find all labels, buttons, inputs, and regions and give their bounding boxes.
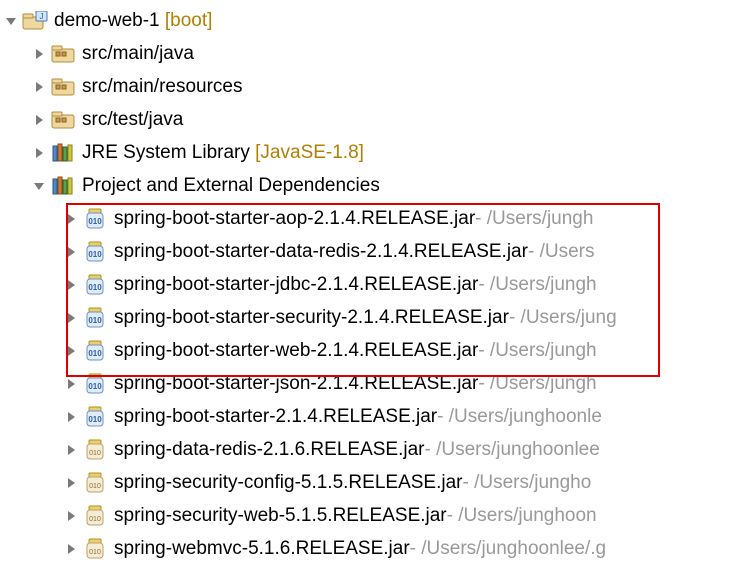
jar-path: - /Users/jungh: [478, 274, 596, 296]
svg-text:010: 010: [89, 483, 101, 490]
jar-item[interactable]: 010 spring-boot-starter-2.1.4.RELEASE.jar…: [0, 400, 746, 433]
collapse-arrow-icon[interactable]: [62, 408, 80, 426]
collapse-arrow-icon[interactable]: [62, 276, 80, 294]
collapse-arrow-icon[interactable]: [30, 45, 48, 63]
jar-item[interactable]: 010 spring-boot-starter-data-redis-2.1.4.…: [0, 235, 746, 268]
svg-text:010: 010: [88, 349, 102, 358]
svg-text:J: J: [40, 12, 44, 21]
svg-text:010: 010: [89, 450, 101, 457]
jar-icon: 010: [82, 241, 108, 263]
deps-label: Project and External Dependencies: [82, 175, 380, 197]
jar-icon: 010: [82, 274, 108, 296]
jar-path: - /Users/junghoonlee/.g: [410, 538, 606, 560]
jar-path: - /Users/junghoonle: [437, 406, 602, 428]
jar-item[interactable]: 010 spring-boot-starter-security-2.1.4.RE…: [0, 301, 746, 334]
svg-text:010: 010: [88, 415, 102, 424]
collapse-arrow-icon[interactable]: [62, 540, 80, 558]
project-name: demo-web-1: [54, 10, 160, 32]
collapse-arrow-icon[interactable]: [62, 243, 80, 261]
folder-label: src/test/java: [82, 109, 183, 131]
svg-text:010: 010: [88, 250, 102, 259]
package-folder-icon: [50, 43, 76, 65]
jar-item[interactable]: 010 spring-boot-starter-aop-2.1.4.RELEASE…: [0, 202, 746, 235]
svg-text:010: 010: [88, 316, 102, 325]
jar-name: spring-boot-starter-data-redis-2.1.4.REL…: [114, 241, 528, 263]
jar-icon: 010: [82, 406, 108, 428]
collapse-arrow-icon[interactable]: [62, 375, 80, 393]
jar-path: - /Users/jungho: [462, 472, 591, 494]
svg-text:010: 010: [89, 549, 101, 556]
project-tree: J demo-web-1 [boot] src/main/java: [0, 0, 746, 569]
library-icon: [50, 142, 76, 164]
collapse-arrow-icon[interactable]: [30, 111, 48, 129]
svg-text:010: 010: [89, 516, 101, 523]
jar-item[interactable]: 010 spring-boot-starter-web-2.1.4.RELEASE…: [0, 334, 746, 367]
jar-path: - /Users/jungh: [478, 373, 596, 395]
source-folder[interactable]: src/main/resources: [0, 70, 746, 103]
folder-label: src/main/resources: [82, 76, 243, 98]
jar-name: spring-security-web-5.1.5.RELEASE.jar: [114, 505, 447, 527]
jar-icon: 010: [82, 373, 108, 395]
jar-name: spring-boot-starter-web-2.1.4.RELEASE.ja…: [114, 340, 478, 362]
jar-item[interactable]: 010 spring-data-redis-2.1.6.RELEASE.jar -…: [0, 433, 746, 466]
jre-label: JRE System Library: [82, 142, 250, 164]
collapse-arrow-icon[interactable]: [62, 309, 80, 327]
collapse-arrow-icon[interactable]: [62, 507, 80, 525]
collapse-arrow-icon[interactable]: [30, 144, 48, 162]
jar-path: - /Users/jungh: [478, 340, 596, 362]
jar-name: spring-boot-starter-json-2.1.4.RELEASE.j…: [114, 373, 478, 395]
project-qualifier: [boot]: [165, 10, 213, 32]
svg-text:010: 010: [88, 382, 102, 391]
jar-item[interactable]: 010 spring-webmvc-5.1.6.RELEASE.jar - /Us…: [0, 532, 746, 565]
jar-name: spring-boot-starter-aop-2.1.4.RELEASE.ja…: [114, 208, 475, 230]
dependencies-container[interactable]: Project and External Dependencies: [0, 169, 746, 202]
svg-text:010: 010: [88, 283, 102, 292]
jar-icon: 010: [82, 340, 108, 362]
project-icon: J: [22, 10, 48, 32]
jar-item[interactable]: 010 spring-boot-starter-json-2.1.4.RELEAS…: [0, 367, 746, 400]
jar-name: spring-boot-starter-jdbc-2.1.4.RELEASE.j…: [114, 274, 478, 296]
jar-icon: 010: [82, 439, 108, 461]
jar-path: - /Users/junghoon: [447, 505, 597, 527]
collapse-arrow-icon[interactable]: [62, 342, 80, 360]
svg-text:010: 010: [88, 217, 102, 226]
expand-arrow-icon[interactable]: [2, 12, 20, 30]
jar-name: spring-webmvc-5.1.6.RELEASE.jar: [114, 538, 410, 560]
jre-library[interactable]: JRE System Library [JavaSE-1.8]: [0, 136, 746, 169]
jar-item[interactable]: 010 spring-security-config-5.1.5.RELEASE.…: [0, 466, 746, 499]
jar-icon: 010: [82, 208, 108, 230]
jar-path: - /Users/jung: [509, 307, 617, 329]
collapse-arrow-icon[interactable]: [62, 441, 80, 459]
package-folder-icon: [50, 76, 76, 98]
package-folder-icon: [50, 109, 76, 131]
jar-name: spring-boot-starter-2.1.4.RELEASE.jar: [114, 406, 437, 428]
collapse-arrow-icon[interactable]: [30, 78, 48, 96]
folder-label: src/main/java: [82, 43, 194, 65]
jar-icon: 010: [82, 505, 108, 527]
jar-path: - /Users/junghoonlee: [424, 439, 599, 461]
jar-name: spring-boot-starter-security-2.1.4.RELEA…: [114, 307, 509, 329]
jre-qualifier: [JavaSE-1.8]: [255, 142, 364, 164]
jar-path: - /Users/jungh: [475, 208, 593, 230]
collapse-arrow-icon[interactable]: [62, 474, 80, 492]
jar-icon: 010: [82, 307, 108, 329]
jar-name: spring-data-redis-2.1.6.RELEASE.jar: [114, 439, 424, 461]
library-icon: [50, 175, 76, 197]
project-root[interactable]: J demo-web-1 [boot]: [0, 4, 746, 37]
jar-item[interactable]: 010 spring-security-web-5.1.5.RELEASE.jar…: [0, 499, 746, 532]
jar-icon: 010: [82, 472, 108, 494]
source-folder[interactable]: src/main/java: [0, 37, 746, 70]
collapse-arrow-icon[interactable]: [62, 210, 80, 228]
jar-item[interactable]: 010 spring-boot-starter-jdbc-2.1.4.RELEAS…: [0, 268, 746, 301]
jar-icon: 010: [82, 538, 108, 560]
source-folder[interactable]: src/test/java: [0, 103, 746, 136]
jar-path: - /Users: [528, 241, 595, 263]
expand-arrow-icon[interactable]: [30, 177, 48, 195]
jar-name: spring-security-config-5.1.5.RELEASE.jar: [114, 472, 462, 494]
